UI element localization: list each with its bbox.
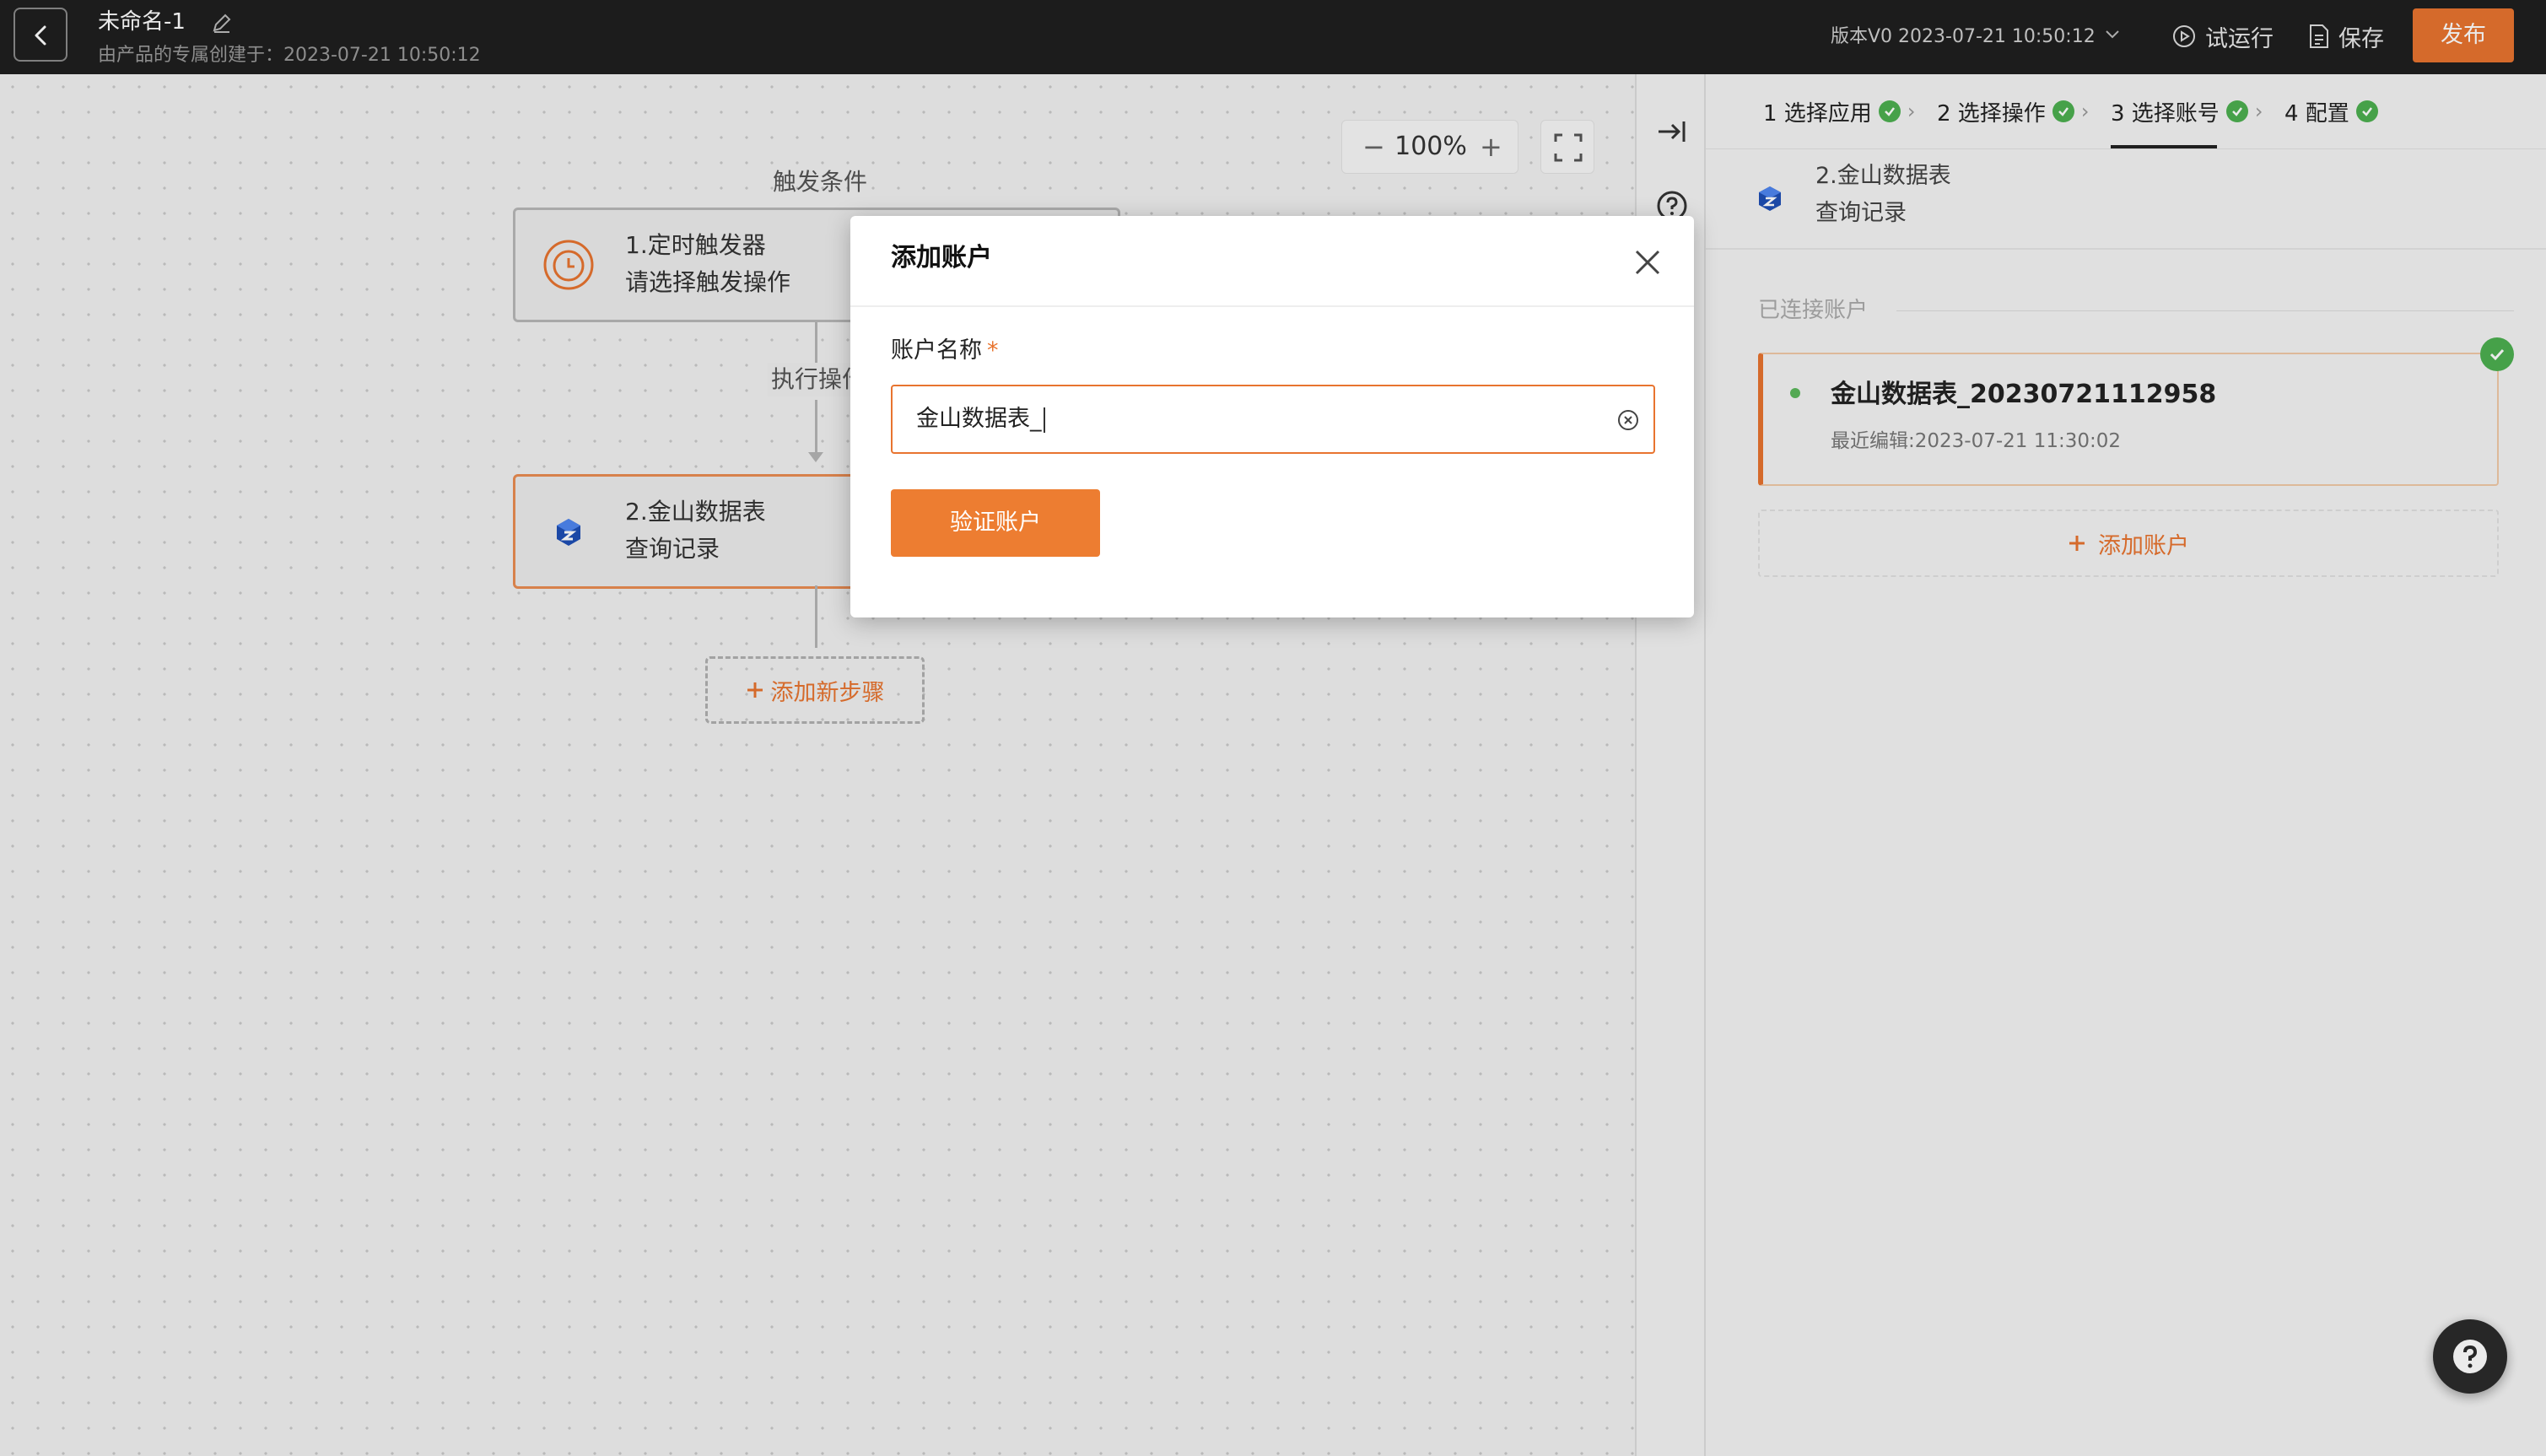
input-text: 金山数据表_: [916, 406, 1042, 432]
account-name-value: 金山数据表_: [916, 402, 1045, 437]
field-label-text: 账户名称: [891, 337, 982, 364]
required-mark: *: [987, 337, 999, 364]
close-icon[interactable]: [1632, 246, 1664, 278]
account-name-label: 账户名称 *: [891, 334, 999, 368]
dialog-header: 添加账户: [850, 216, 1694, 307]
text-caret: [1043, 407, 1045, 433]
verify-account-button[interactable]: 验证账户: [891, 489, 1100, 557]
add-account-dialog: 添加账户 账户名称 * 金山数据表_ 验证账户: [850, 216, 1694, 617]
dialog-title: 添加账户: [891, 243, 992, 272]
account-name-input[interactable]: 金山数据表_: [891, 385, 1655, 454]
clear-icon[interactable]: [1616, 408, 1640, 432]
